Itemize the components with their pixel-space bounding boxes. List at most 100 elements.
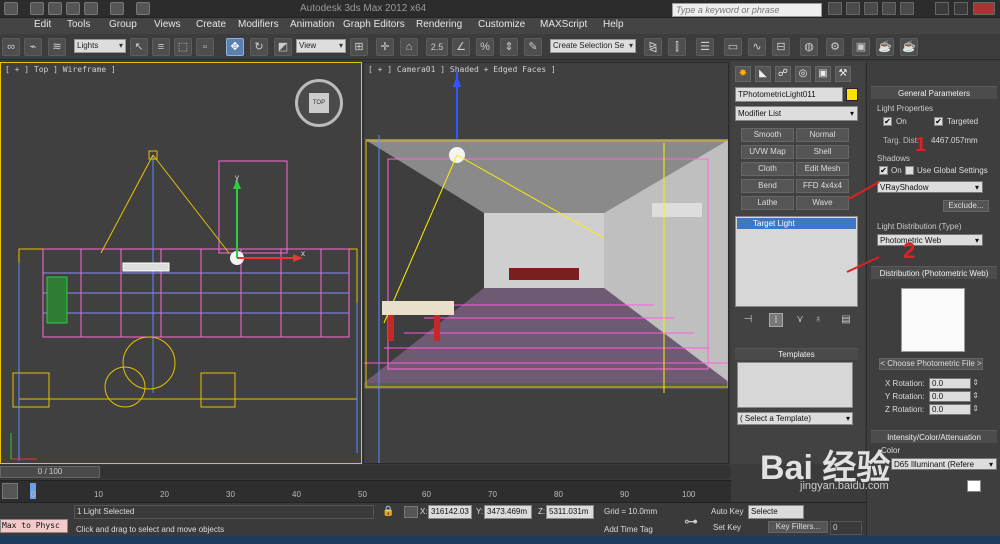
key-filter-selection-dropdown[interactable]: Selecte xyxy=(748,505,804,519)
distribution-header[interactable]: Distribution (Photometric Web) xyxy=(871,266,997,279)
percent-snap-icon[interactable]: % xyxy=(476,38,494,56)
selection-filter-dropdown[interactable]: Lights xyxy=(74,39,126,53)
select-manipulate-icon[interactable]: ✛ xyxy=(376,38,394,56)
motion-tab-icon[interactable]: ◎ xyxy=(795,66,811,82)
reference-coordinate-dropdown[interactable]: View xyxy=(296,39,346,53)
selection-lock-icon[interactable]: 🔒 xyxy=(382,506,394,518)
help-icon[interactable] xyxy=(900,2,914,15)
x-coord-input[interactable]: 316142.03 xyxy=(428,505,472,519)
absolute-mode-icon[interactable] xyxy=(404,506,418,518)
undo-icon[interactable] xyxy=(84,2,98,15)
graphite-ribbon-icon[interactable]: ▭ xyxy=(724,38,742,56)
menu-create[interactable]: Create xyxy=(196,19,226,30)
modifier-wave-button[interactable]: Wave xyxy=(796,196,849,210)
search-icon[interactable] xyxy=(828,2,842,15)
rendered-frame-window-icon[interactable]: ▣ xyxy=(852,38,870,56)
x-rotation-input[interactable]: 0.0 xyxy=(929,378,979,389)
select-and-scale-icon[interactable]: ◩ xyxy=(274,38,292,56)
link-icon[interactable]: ∞ xyxy=(2,38,20,56)
close-icon[interactable] xyxy=(973,2,995,15)
modifier-shell-button[interactable]: Shell xyxy=(796,145,849,159)
help-search-input[interactable]: Type a keyword or phrase xyxy=(672,3,822,17)
align-icon[interactable]: ⫿ xyxy=(668,38,686,56)
layer-manager-icon[interactable]: ☰ xyxy=(696,38,714,56)
select-and-move-icon[interactable]: ✥ xyxy=(226,38,244,56)
set-key-button[interactable]: Set Key xyxy=(713,523,741,532)
maxscript-listener-field[interactable]: Max to Physc < xyxy=(0,519,68,542)
viewcube-top-face[interactable]: TOP xyxy=(309,93,329,113)
modifier-uvw-map-button[interactable]: UVW Map xyxy=(741,145,794,159)
project-folder-icon[interactable] xyxy=(136,2,150,15)
subscription-icon[interactable] xyxy=(846,2,860,15)
mini-curve-editor-icon[interactable] xyxy=(2,483,18,499)
viewcube[interactable]: TOP xyxy=(295,79,343,127)
named-selection-sets-dropdown[interactable]: Create Selection Se xyxy=(550,39,636,53)
menu-edit[interactable]: Edit xyxy=(34,19,51,30)
pin-stack-icon[interactable]: ⊣ xyxy=(741,313,755,327)
track-bar[interactable]: 0 10 20 30 40 50 60 70 80 90 100 xyxy=(0,480,731,502)
mirror-icon[interactable]: ⧎ xyxy=(644,38,662,56)
unlink-icon[interactable]: ⌁ xyxy=(24,38,42,56)
create-tab-icon[interactable]: ✸ xyxy=(735,66,751,82)
schematic-view-icon[interactable]: ⊟ xyxy=(772,38,790,56)
color-preset-dropdown[interactable]: D65 Illuminant (Refere xyxy=(891,458,997,470)
viewport-camera[interactable]: [ + ] Camera01 ] Shaded + Edged Faces ] xyxy=(363,62,729,464)
show-end-result-icon[interactable]: Ⅰ xyxy=(769,313,783,327)
modifier-list-dropdown[interactable]: Modifier List xyxy=(735,106,858,121)
choose-photometric-file-button[interactable]: < Choose Photometric File > xyxy=(879,358,983,370)
key-filters-button[interactable]: Key Filters... xyxy=(768,521,828,533)
modifier-normal-button[interactable]: Normal xyxy=(796,128,849,142)
spinner-snap-icon[interactable]: ⇕ xyxy=(500,38,518,56)
modifier-bend-button[interactable]: Bend xyxy=(741,179,794,193)
render-setup-icon[interactable]: ⚙ xyxy=(826,38,844,56)
auto-key-button[interactable]: Auto Key xyxy=(711,507,743,516)
angle-snap-icon[interactable]: ∠ xyxy=(452,38,470,56)
menu-graph-editors[interactable]: Graph Editors xyxy=(343,19,405,30)
rectangular-selection-icon[interactable]: ⬚ xyxy=(174,38,192,56)
configure-modifier-sets-icon[interactable]: ▤ xyxy=(839,313,853,327)
edit-named-selection-icon[interactable]: ✎ xyxy=(524,38,542,56)
keyboard-shortcut-override-icon[interactable]: ⌂ xyxy=(400,38,418,56)
snaps-toggle-icon[interactable]: 2.5 xyxy=(426,38,448,56)
menu-modifiers[interactable]: Modifiers xyxy=(238,19,279,30)
save-file-icon[interactable] xyxy=(66,2,80,15)
stack-item-target-light[interactable]: Target Light xyxy=(737,218,856,229)
templates-rollout-header[interactable]: Templates xyxy=(735,348,858,360)
bind-space-warp-icon[interactable]: ≋ xyxy=(48,38,66,56)
y-coord-input[interactable]: 3473.469m xyxy=(484,505,532,519)
curve-editor-icon[interactable]: ∿ xyxy=(748,38,766,56)
menu-maxscript[interactable]: MAXScript xyxy=(540,19,587,30)
add-time-tag[interactable]: Add Time Tag xyxy=(604,525,653,534)
template-select-dropdown[interactable]: ( Select a Template) xyxy=(737,412,853,425)
time-slider[interactable]: 0 / 100 xyxy=(0,465,731,479)
modifier-lathe-button[interactable]: Lathe xyxy=(741,196,794,210)
hierarchy-tab-icon[interactable]: ☍ xyxy=(775,66,791,82)
modifier-cloth-button[interactable]: Cloth xyxy=(741,162,794,176)
material-editor-icon[interactable]: ◍ xyxy=(800,38,818,56)
make-unique-icon[interactable]: ⋎ xyxy=(793,313,807,327)
modifier-smooth-button[interactable]: Smooth xyxy=(741,128,794,142)
object-name-input[interactable]: TPhotometricLight011 xyxy=(735,87,843,102)
redo-icon[interactable] xyxy=(110,2,124,15)
remove-modifier-icon[interactable]: ♁ xyxy=(811,313,825,327)
maximize-icon[interactable] xyxy=(954,2,968,15)
app-logo-icon[interactable] xyxy=(4,2,18,15)
menu-group[interactable]: Group xyxy=(109,19,137,30)
menu-views[interactable]: Views xyxy=(154,19,181,30)
display-tab-icon[interactable]: ▣ xyxy=(815,66,831,82)
select-object-icon[interactable]: ↖ xyxy=(130,38,148,56)
menu-animation[interactable]: Animation xyxy=(290,19,334,30)
favorites-icon[interactable] xyxy=(882,2,896,15)
menu-customize[interactable]: Customize xyxy=(478,19,525,30)
menu-help[interactable]: Help xyxy=(603,19,624,30)
render-production-icon[interactable]: ☕ xyxy=(876,38,894,56)
pivot-center-icon[interactable]: ⊞ xyxy=(350,38,368,56)
current-frame-input[interactable]: 0 xyxy=(830,521,862,535)
communication-center-icon[interactable] xyxy=(864,2,878,15)
render-iterative-icon[interactable]: ☕ xyxy=(900,38,918,56)
y-rotation-input[interactable]: 0.0 xyxy=(929,391,979,402)
new-file-icon[interactable] xyxy=(30,2,44,15)
modifier-stack[interactable]: Target Light xyxy=(735,216,858,307)
select-and-rotate-icon[interactable]: ↻ xyxy=(250,38,268,56)
open-file-icon[interactable] xyxy=(48,2,62,15)
